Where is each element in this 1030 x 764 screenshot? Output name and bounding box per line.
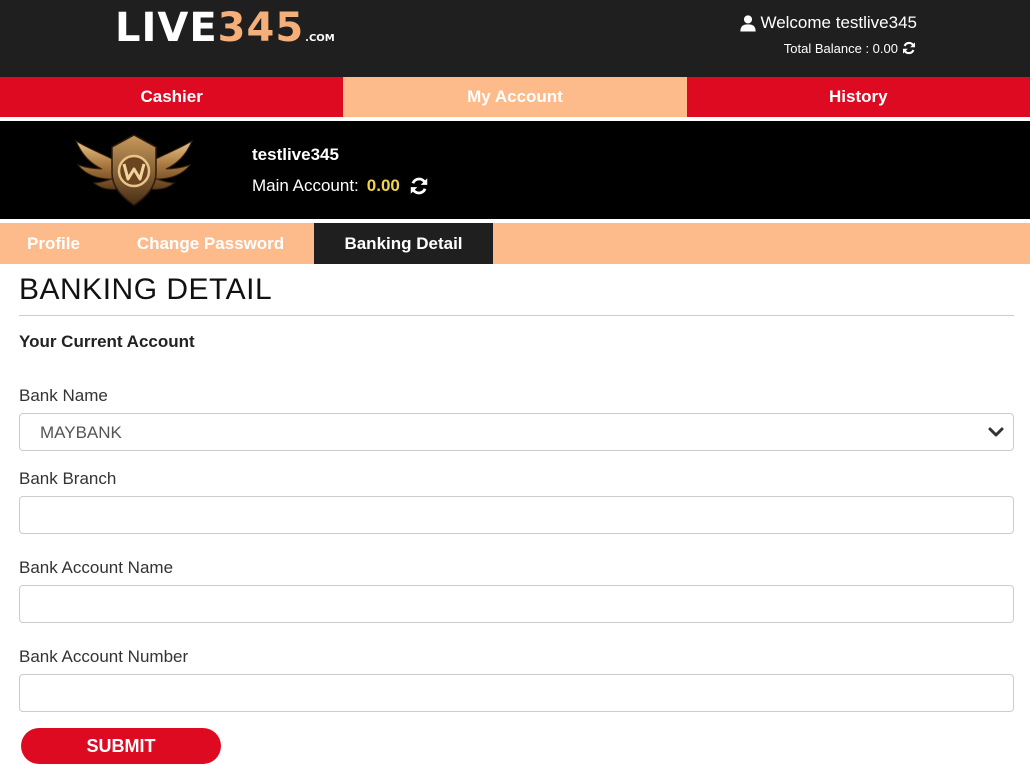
welcome-message: Welcome testlive345 (739, 13, 917, 33)
tab-profile[interactable]: Profile (0, 223, 107, 264)
wing-badge-icon (74, 134, 194, 206)
user-icon (740, 15, 757, 32)
refresh-icon[interactable] (901, 40, 917, 56)
logo-text-number: 345 (217, 5, 305, 51)
bank-account-number-input[interactable] (19, 674, 1014, 712)
nav-item-history[interactable]: History (686, 77, 1030, 117)
bank-branch-input[interactable] (19, 496, 1014, 534)
main-nav: Cashier My Account History (0, 77, 1030, 117)
nav-item-my-account[interactable]: My Account (343, 77, 687, 117)
profile-banner: testlive345 Main Account: 0.00 (0, 121, 1030, 219)
bank-branch-label: Bank Branch (19, 469, 117, 488)
bank-account-name-input[interactable] (19, 585, 1014, 623)
banking-detail-form: BANKING DETAIL Your Current Account Bank… (19, 264, 1014, 764)
logo-text-live: LIVE (115, 5, 218, 51)
bank-name-label: Bank Name (19, 386, 108, 405)
bank-account-name-label: Bank Account Name (19, 558, 174, 577)
main-account-label: Main Account: (252, 176, 359, 195)
site-logo[interactable]: LIVE345.COM (115, 6, 335, 61)
tab-banking-detail[interactable]: Banking Detail (314, 223, 493, 264)
bank-account-number-label: Bank Account Number (19, 647, 189, 666)
main-account-value: 0.00 (366, 176, 400, 195)
bank-name-select-wrapper: MAYBANK (19, 413, 1014, 451)
total-balance: Total Balance : 0.00 (784, 40, 917, 56)
submit-button[interactable]: SUBMIT (21, 728, 221, 764)
tab-change-password[interactable]: Change Password (107, 223, 314, 264)
welcome-text: Welcome testlive345 (760, 13, 917, 32)
logo-text-suffix: .COM (305, 33, 335, 44)
total-balance-text: Total Balance : 0.00 (783, 40, 898, 56)
nav-item-cashier[interactable]: Cashier (0, 77, 344, 117)
profile-username: testlive345 (252, 145, 339, 164)
top-header: LIVE345.COM Welcome testlive345 Total Ba… (0, 0, 1030, 77)
section-subtitle: Your Current Account (19, 332, 195, 351)
main-account-balance: Main Account: 0.00 (252, 175, 430, 197)
page-title: BANKING DETAIL (19, 264, 1014, 316)
bank-name-select[interactable]: MAYBANK (19, 413, 1014, 451)
account-sub-tabs: Profile Change Password Banking Detail (0, 223, 1030, 264)
refresh-icon[interactable] (408, 175, 430, 197)
